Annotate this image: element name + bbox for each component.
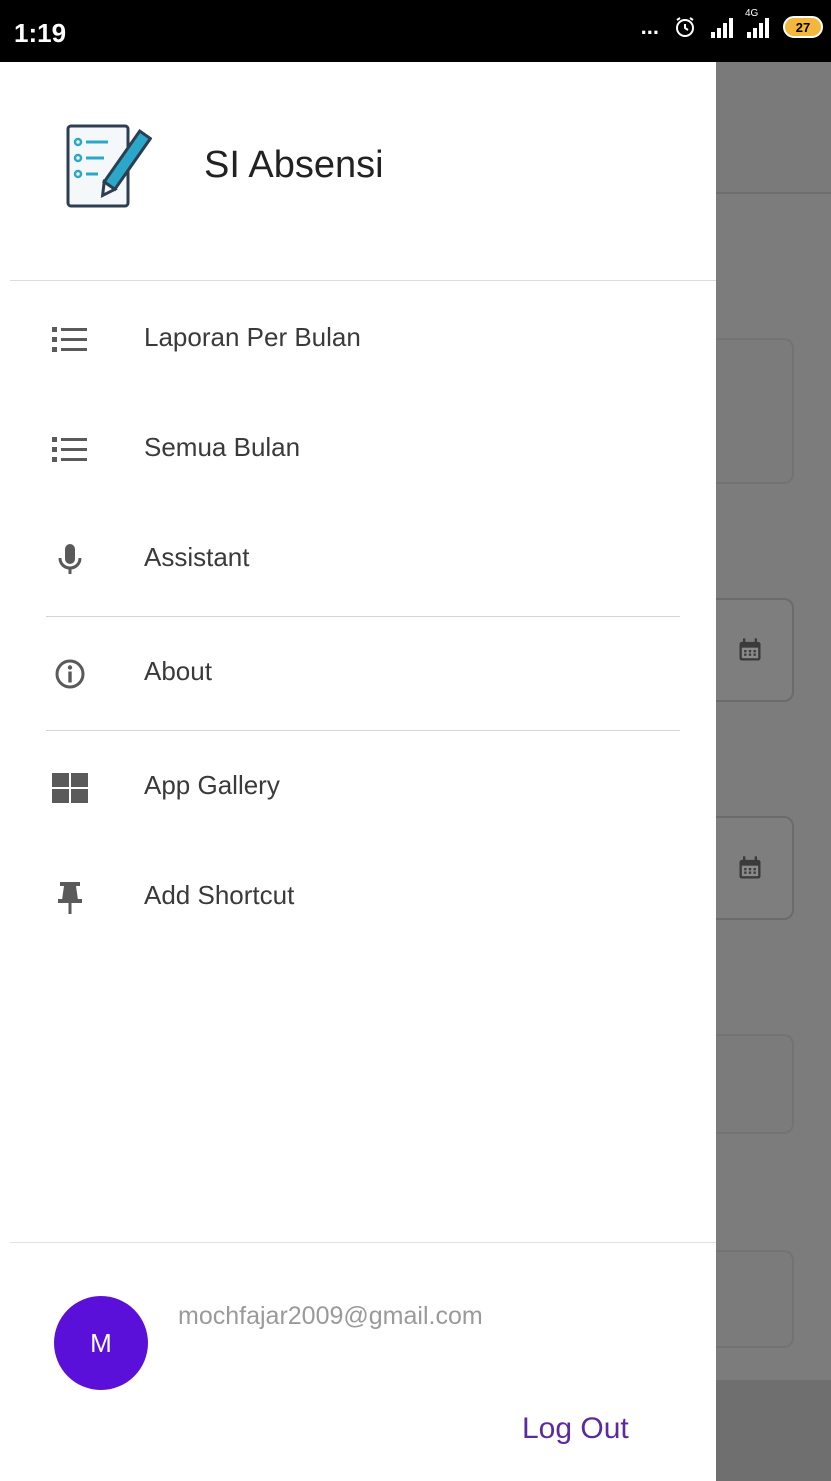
background-app-bar: [716, 62, 831, 194]
user-avatar: M: [54, 1296, 148, 1390]
menu-item-assistant[interactable]: Assistant: [10, 510, 716, 610]
background-bottom-bar: [716, 1380, 831, 1481]
calendar-icon: [739, 856, 761, 879]
drawer-header: SI Absensi: [10, 62, 716, 281]
logout-button[interactable]: Log Out: [522, 1412, 629, 1446]
signal-4g-icon: 4G: [745, 8, 769, 38]
background-input-card: [716, 1034, 794, 1134]
calendar-icon: [739, 638, 761, 661]
app-title: SI Absensi: [204, 144, 384, 186]
background-app-scrim[interactable]: [716, 62, 831, 1481]
app-logo-icon: [66, 124, 152, 208]
menu-item-label: Laporan Per Bulan: [144, 322, 361, 352]
info-icon: [50, 658, 90, 690]
grid-icon: [50, 772, 90, 804]
list-icon: [50, 434, 90, 466]
menu-item-label: App Gallery: [144, 770, 280, 800]
menu-item-semua-bulan[interactable]: Semua Bulan: [10, 400, 716, 500]
status-time: 1:19: [14, 18, 67, 48]
status-bar: 1:19 ... 4G 27: [0, 0, 831, 62]
battery-icon: 27: [783, 16, 823, 38]
background-date-card: [716, 598, 794, 702]
more-notifications-icon: ...: [640, 14, 659, 39]
menu-item-about[interactable]: About: [10, 624, 716, 724]
signal-icon: [711, 16, 733, 38]
background-input-card: [716, 1250, 794, 1348]
background-date-card: [716, 816, 794, 920]
menu-divider: [46, 730, 680, 731]
user-email: mochfajar2009@gmail.com: [178, 1302, 483, 1330]
status-icons: ... 4G 27: [640, 8, 823, 40]
pin-icon: [50, 882, 90, 914]
menu-item-label: About: [144, 656, 212, 686]
menu-item-laporan-per-bulan[interactable]: Laporan Per Bulan: [10, 290, 716, 390]
list-icon: [50, 324, 90, 356]
microphone-icon: [50, 544, 90, 576]
alarm-icon: [676, 17, 694, 37]
background-input-card: [716, 338, 794, 484]
menu-item-label: Semua Bulan: [144, 432, 301, 462]
navigation-drawer: SI Absensi Laporan Per Bulan Semua Bulan: [10, 62, 716, 1481]
menu-item-label: Assistant: [144, 542, 250, 572]
menu-divider: [46, 616, 680, 617]
menu-item-app-gallery[interactable]: App Gallery: [10, 738, 716, 838]
menu-item-label: Add Shortcut: [144, 880, 295, 910]
drawer-edge: [0, 62, 10, 1481]
footer-divider: [10, 1242, 716, 1243]
menu-item-add-shortcut[interactable]: Add Shortcut: [10, 848, 716, 948]
network-badge: 4G: [745, 8, 759, 19]
